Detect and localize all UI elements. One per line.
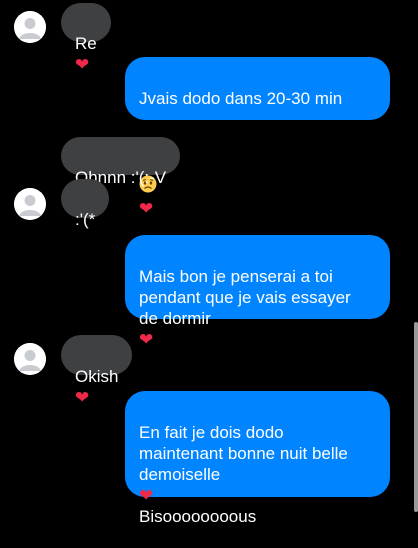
red-heart-icon: ❤: [139, 486, 154, 505]
message-text: Re: [75, 34, 97, 53]
incoming-message[interactable]: :'(*: [61, 179, 110, 229]
outgoing-message[interactable]: Jvais dodo dans 20-30 min ❤: [125, 57, 390, 218]
incoming-message[interactable]: Okish ❤: [61, 335, 133, 407]
message-text: Jvais dodo dans 20-30 min: [139, 89, 343, 108]
red-heart-icon: ❤: [75, 55, 90, 74]
scrollbar-thumb[interactable]: [414, 322, 418, 512]
contact-avatar[interactable]: [14, 11, 46, 43]
contact-avatar[interactable]: [14, 188, 46, 220]
default-profile-icon: [14, 188, 46, 220]
red-heart-icon: ❤: [139, 199, 154, 218]
default-profile-icon: [14, 343, 46, 375]
message-text: Bisoooooooous: [139, 507, 257, 526]
red-heart-icon: ❤: [75, 388, 90, 407]
outgoing-message[interactable]: En fait je dois dodo maintenant bonne nu…: [125, 391, 390, 526]
red-heart-icon: ❤: [139, 330, 154, 349]
default-profile-icon: [14, 11, 46, 43]
message-text: Okish: [75, 367, 119, 386]
incoming-message[interactable]: Re ❤: [61, 3, 111, 74]
incoming-message[interactable]: Ohnnn :'(:-V: [61, 137, 181, 187]
message-text: Mais bon je penserai a toi pendant que j…: [139, 267, 351, 328]
message-text: :'(*: [75, 210, 96, 229]
contact-avatar[interactable]: [14, 343, 46, 375]
outgoing-message[interactable]: Mais bon je penserai a toi pendant que j…: [125, 235, 390, 349]
message-text: En fait je dois dodo maintenant bonne nu…: [139, 423, 348, 484]
